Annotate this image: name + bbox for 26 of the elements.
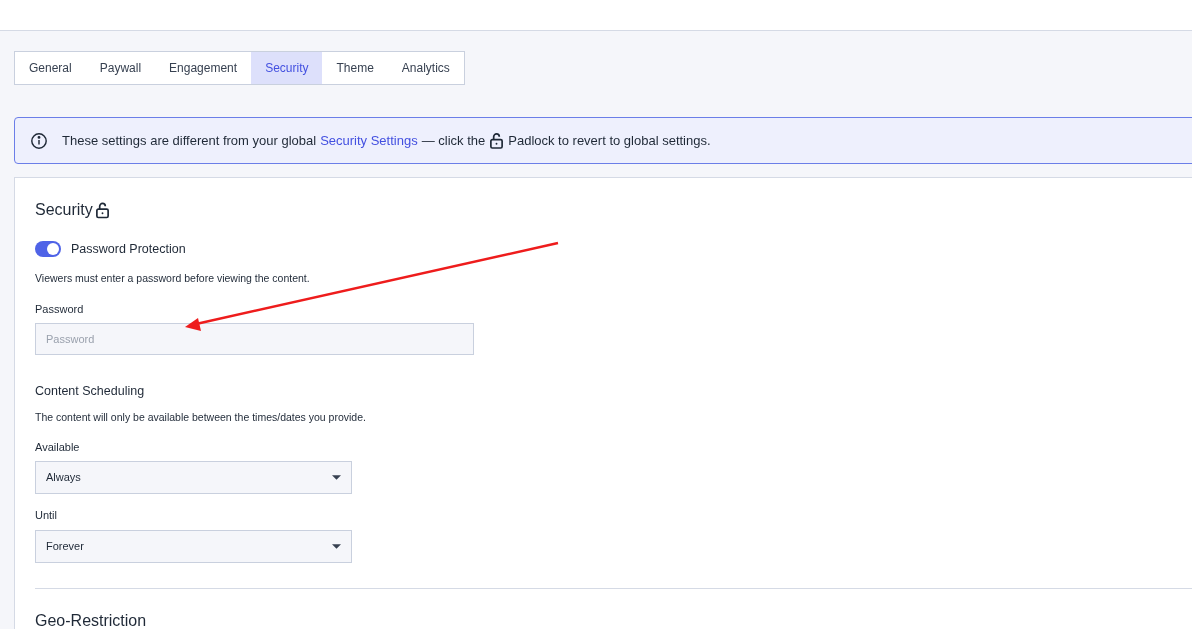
tab[interactable]: Analytics: [387, 52, 464, 84]
toggle-label: Password Protection: [71, 241, 186, 258]
section-title: Geo-Restriction: [35, 610, 148, 629]
unlocked-padlock-icon[interactable]: [94, 201, 110, 219]
tab[interactable]: Engagement: [155, 52, 252, 84]
dropdown[interactable]: Forever: [35, 529, 352, 563]
security-settings-link[interactable]: Security Settings: [320, 130, 418, 151]
toggle-switch[interactable]: [35, 241, 61, 258]
description: The content will only be available between the times/dates you provide.: [35, 409, 367, 425]
tab[interactable]: Paywall: [85, 52, 156, 84]
tab[interactable]: Security: [251, 52, 323, 84]
info-message: These settings are different from your global Security Settings — click the Padlock to revert to global settings.: [62, 130, 711, 151]
unlocked-padlock-icon[interactable]: [489, 132, 505, 149]
field-label: Available: [35, 439, 81, 455]
dropdown[interactable]: Always: [35, 461, 352, 494]
caret-icon: [332, 475, 341, 480]
password-field[interactable]: Password: [35, 323, 474, 355]
description: Viewers must enter a password before viewing the content.: [35, 270, 311, 286]
field-label: Password: [35, 301, 85, 317]
tab[interactable]: General: [15, 52, 86, 84]
section-title: Security: [35, 200, 93, 220]
section-heading: Content Scheduling: [35, 383, 146, 400]
caret-icon: [332, 543, 341, 549]
info-icon: [30, 131, 48, 150]
field-label: Until: [35, 508, 58, 523]
tab[interactable]: Theme: [322, 52, 388, 84]
